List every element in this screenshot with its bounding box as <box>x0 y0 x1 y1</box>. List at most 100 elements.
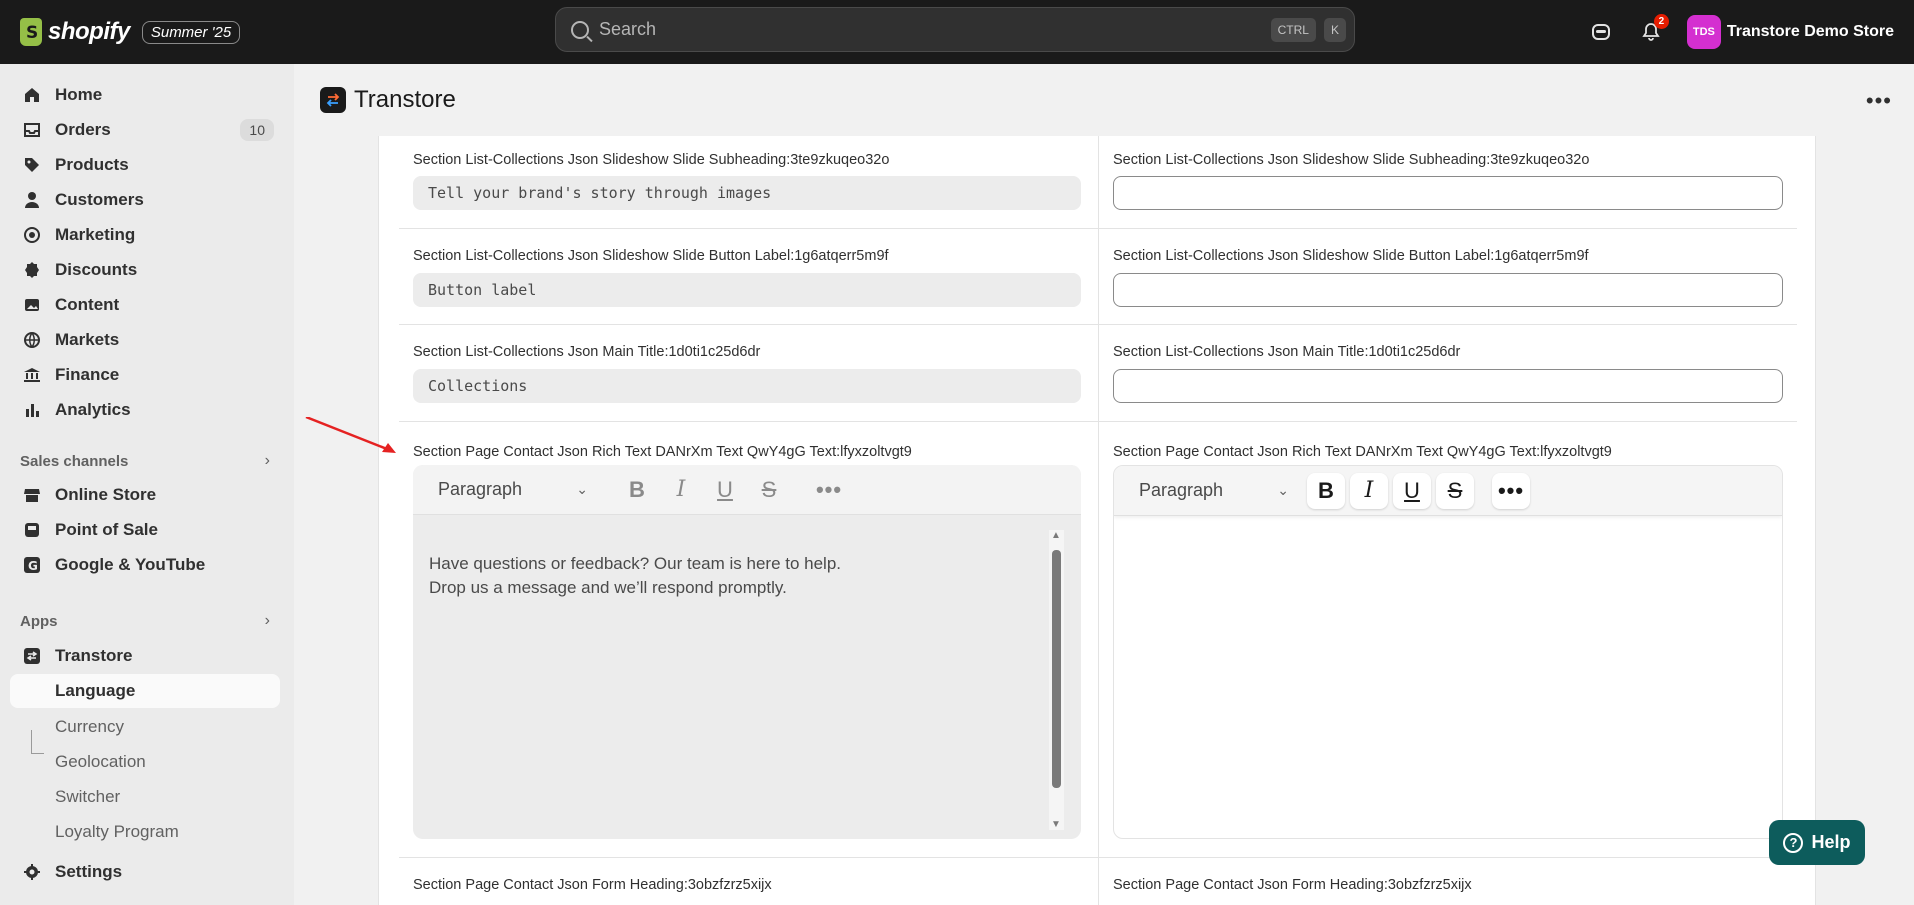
sidebar-item-switcher[interactable]: Switcher <box>55 787 120 807</box>
scroll-down-icon[interactable]: ▼ <box>1051 819 1061 830</box>
target-label: Section List-Collections Json Slideshow … <box>1113 248 1589 264</box>
sidebar-item-label: Marketing <box>55 225 136 244</box>
edition-badge[interactable]: Summer '25 <box>141 20 241 44</box>
sidebar-item-finance[interactable]: Finance <box>10 358 280 392</box>
chevron-down-icon: ⌄ <box>576 481 588 497</box>
chevron-right-icon: › <box>264 612 270 629</box>
sidebar-item-label: Content <box>55 295 120 314</box>
italic-button: I <box>676 477 686 502</box>
editor-scrollbar[interactable]: ▲ ▼ <box>1049 530 1064 830</box>
sidebar-item-label: Products <box>55 155 129 174</box>
scroll-up-icon[interactable]: ▲ <box>1051 530 1061 541</box>
target-icon <box>22 225 42 245</box>
sidebar-item-content[interactable]: Content <box>10 288 280 322</box>
bold-button: B <box>629 476 645 502</box>
sidebar-item-geolocation[interactable]: Geolocation <box>55 752 146 772</box>
apps-heading[interactable]: Apps › <box>20 612 270 630</box>
source-rich-text-editor: Paragraph ⌄ B I U S ••• Have questions o… <box>413 465 1081 839</box>
sidebar-item-home[interactable]: Home <box>10 78 280 112</box>
target-input[interactable] <box>1113 176 1783 210</box>
notifications-button[interactable]: 2 <box>1631 12 1671 52</box>
more-actions-icon[interactable]: ••• <box>1866 88 1892 114</box>
tag-icon <box>22 155 42 175</box>
page-title: Transtore <box>354 86 456 113</box>
source-label: Section List-Collections Json Slideshow … <box>413 152 890 168</box>
sidekick-button[interactable] <box>1581 12 1621 52</box>
chevron-right-icon: › <box>264 452 270 469</box>
sales-channels-heading[interactable]: Sales channels › <box>20 452 270 470</box>
sidebar-item-label: Point of Sale <box>55 520 158 539</box>
sidebar-item-point-of-sale[interactable]: Point of Sale <box>10 513 280 547</box>
orders-count: 10 <box>240 119 274 141</box>
underline-button[interactable]: U <box>1393 472 1431 509</box>
sidebar-item-label: Analytics <box>55 400 131 419</box>
bank-icon <box>22 365 42 385</box>
target-input[interactable] <box>1113 369 1783 403</box>
sidebar-item-orders[interactable]: Orders 10 <box>10 113 280 147</box>
strikethrough-button[interactable]: S <box>1436 472 1474 509</box>
target-input[interactable] <box>1113 273 1783 307</box>
shopify-logo[interactable]: shopify <box>20 18 130 46</box>
sidebar-item-markets[interactable]: Markets <box>10 323 280 357</box>
sidebar-item-label: Online Store <box>55 485 157 504</box>
help-button[interactable]: ? Help <box>1769 820 1865 865</box>
translation-row: Section List-Collections Json Slideshow … <box>399 229 1797 325</box>
column-divider <box>1098 136 1099 228</box>
editor-toolbar: Paragraph ⌄ B I U S ••• <box>1114 466 1782 516</box>
image-icon <box>22 295 42 315</box>
source-value: Collections <box>413 369 1081 403</box>
search-placeholder: Search <box>599 19 657 39</box>
scrollbar-thumb[interactable] <box>1052 550 1061 788</box>
google-icon: G <box>22 555 42 575</box>
transtore-icon <box>22 646 42 666</box>
sidebar-item-transtore[interactable]: Transtore <box>10 639 280 673</box>
sidebar-item-loyalty-program[interactable]: Loyalty Program <box>55 822 179 842</box>
sidebar-item-marketing[interactable]: Marketing <box>10 218 280 252</box>
target-rich-text-content[interactable] <box>1114 516 1782 590</box>
person-icon <box>22 190 42 210</box>
chevron-down-icon: ⌄ <box>1277 482 1289 498</box>
tree-connector <box>31 730 44 754</box>
discount-icon <box>22 260 42 280</box>
svg-text:G: G <box>28 559 38 573</box>
search-input[interactable]: Search CTRL K <box>555 7 1355 52</box>
target-label: Section List-Collections Json Main Title… <box>1113 344 1461 360</box>
sidebar-item-language[interactable]: Language <box>10 674 280 708</box>
notification-count: 2 <box>1653 14 1669 29</box>
sidebar-item-discounts[interactable]: Discounts <box>10 253 280 287</box>
app-header: Transtore ••• <box>294 64 1914 136</box>
source-label: Section List-Collections Json Slideshow … <box>413 248 889 264</box>
italic-button[interactable]: I <box>1350 472 1388 509</box>
sidebar-item-customers[interactable]: Customers <box>10 183 280 217</box>
sidebar-item-online-store[interactable]: Online Store <box>10 478 280 512</box>
store-name[interactable]: Transtore Demo Store <box>1727 23 1894 41</box>
strikethrough-button: S <box>761 476 777 502</box>
column-divider <box>1098 422 1099 857</box>
source-label: Section List-Collections Json Main Title… <box>413 344 761 360</box>
home-icon <box>22 85 42 105</box>
annotation-arrow <box>305 417 396 453</box>
bold-button[interactable]: B <box>1307 472 1345 509</box>
more-formatting-button[interactable]: ••• <box>1492 472 1530 509</box>
paragraph-select[interactable]: Paragraph ⌄ <box>1139 480 1289 501</box>
sales-channels-label: Sales channels <box>20 452 129 470</box>
sidebar-item-settings[interactable]: Settings <box>10 855 280 889</box>
sidebar-item-label: Orders <box>55 120 111 139</box>
sidebar-item-label: Home <box>55 85 103 104</box>
avatar[interactable]: TDS <box>1686 15 1721 49</box>
sidebar: Home Orders 10 Products Customers Market… <box>0 64 294 905</box>
sidebar-item-google-youtube[interactable]: G Google & YouTube <box>10 548 280 582</box>
translation-row: Section List-Collections Json Slideshow … <box>399 136 1797 229</box>
sidebar-item-analytics[interactable]: Analytics <box>10 393 280 427</box>
paragraph-select-label: Paragraph <box>438 479 523 499</box>
sidebar-item-label: Customers <box>55 190 144 209</box>
sidebar-item-products[interactable]: Products <box>10 148 280 182</box>
shortcut-ctrl: CTRL <box>1270 17 1316 42</box>
help-label: Help <box>1811 832 1851 852</box>
target-rich-text-editor[interactable]: Paragraph ⌄ B I U S ••• <box>1113 465 1783 839</box>
source-label: Section Page Contact Json Form Heading:3… <box>413 877 772 893</box>
target-label: Section Page Contact Json Form Heading:3… <box>1113 877 1472 893</box>
editor-toolbar: Paragraph ⌄ B I U S ••• <box>413 465 1081 515</box>
sidebar-item-currency[interactable]: Currency <box>55 717 124 737</box>
more-formatting-button: ••• <box>815 476 843 502</box>
